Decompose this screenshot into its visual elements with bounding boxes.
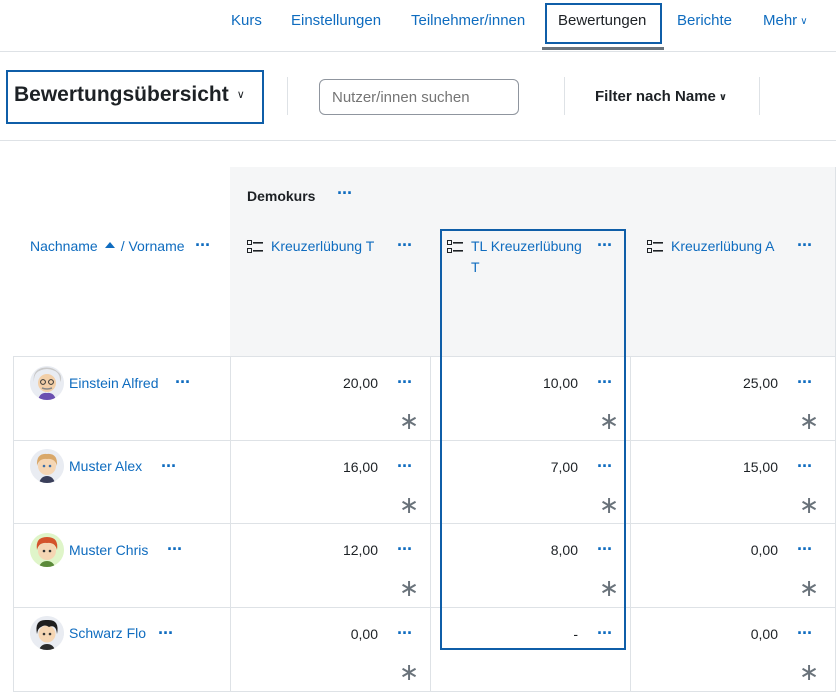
grade-item-header-1[interactable]: Kreuzerlübung T: [271, 236, 391, 257]
secondary-navigation: Kurs Einstellungen Teilnehmer/innen Bewe…: [0, 0, 836, 52]
divider: [759, 77, 760, 115]
ellipsis-icon[interactable]: ···: [797, 624, 813, 642]
user-search-input[interactable]: [319, 79, 519, 115]
nav-item-berichte[interactable]: Berichte: [677, 0, 732, 42]
ellipsis-icon[interactable]: ···: [797, 540, 813, 558]
grade-value[interactable]: 25,00: [698, 375, 778, 391]
lastname-sort-link[interactable]: Nachname: [30, 238, 98, 254]
ellipsis-icon[interactable]: ···: [797, 457, 813, 475]
nav-item-mehr-label: Mehr: [763, 12, 798, 29]
corner-cell: [13, 167, 231, 221]
avatar: [30, 533, 64, 567]
chevron-down-icon: ∨: [718, 92, 727, 103]
ellipsis-icon[interactable]: ···: [167, 540, 183, 558]
asterisk-icon: ∗: [399, 492, 420, 519]
ellipsis-icon[interactable]: ···: [161, 457, 177, 475]
grade-item-header-3[interactable]: Kreuzerlübung A: [671, 236, 791, 257]
filter-label: Filter nach Name: [595, 88, 716, 105]
ellipsis-icon[interactable]: ···: [337, 184, 353, 202]
grade-value[interactable]: 0,00: [298, 626, 378, 642]
grade-value[interactable]: 16,00: [298, 459, 378, 475]
asterisk-icon: ∗: [799, 575, 820, 602]
ellipsis-icon[interactable]: ···: [175, 373, 191, 391]
grade-value[interactable]: 0,00: [698, 542, 778, 558]
nav-item-mehr[interactable]: Mehr ∨: [763, 0, 808, 42]
divider: [564, 77, 565, 115]
ellipsis-icon[interactable]: ···: [797, 373, 813, 391]
ellipsis-icon[interactable]: ···: [397, 624, 413, 642]
course-header-cell: [230, 167, 836, 221]
avatar: [30, 616, 64, 650]
ellipsis-icon[interactable]: ···: [397, 373, 413, 391]
ellipsis-icon[interactable]: ···: [158, 624, 174, 642]
course-name: Demokurs: [247, 188, 316, 204]
assignment-icon: [247, 240, 263, 253]
firstname-sort-link[interactable]: / Vorname: [121, 238, 185, 254]
filter-by-name-button[interactable]: Filter nach Name ∨: [595, 88, 727, 105]
user-name-link[interactable]: Muster Chris: [69, 542, 148, 558]
active-tab-indicator: [542, 47, 664, 50]
ellipsis-icon[interactable]: ···: [397, 540, 413, 558]
highlight-box-title: [6, 70, 264, 124]
nav-item-kurs[interactable]: Kurs: [231, 0, 262, 42]
avatar: [30, 366, 64, 400]
grade-value[interactable]: 20,00: [298, 375, 378, 391]
avatar: [30, 449, 64, 483]
grade-value[interactable]: 12,00: [298, 542, 378, 558]
user-name-link[interactable]: Einstein Alfred: [69, 375, 159, 391]
highlight-box-bewertungen: [545, 3, 662, 44]
assignment-icon: [647, 240, 663, 253]
user-name-link[interactable]: Muster Alex: [69, 458, 142, 474]
asterisk-icon: ∗: [399, 408, 420, 435]
ellipsis-icon[interactable]: ···: [797, 236, 813, 254]
highlight-box-column: [440, 229, 626, 650]
user-name-link[interactable]: Schwarz Flo: [69, 625, 146, 641]
asterisk-icon: ∗: [799, 492, 820, 519]
nav-item-einstellungen[interactable]: Einstellungen: [291, 0, 381, 42]
ellipsis-icon[interactable]: ···: [195, 236, 211, 254]
asterisk-icon: ∗: [799, 659, 820, 686]
asterisk-icon: ∗: [799, 408, 820, 435]
ellipsis-icon[interactable]: ···: [397, 457, 413, 475]
grade-value[interactable]: 15,00: [698, 459, 778, 475]
grade-value[interactable]: 0,00: [698, 626, 778, 642]
tertiary-navigation: Bewertungsübersicht∨ Filter nach Name∨: [0, 53, 836, 141]
sort-by-name-header[interactable]: Nachname / Vorname: [30, 236, 185, 257]
chevron-down-icon: ∨: [800, 16, 808, 27]
asterisk-icon: ∗: [399, 575, 420, 602]
nav-item-teilnehmer[interactable]: Teilnehmer/innen: [411, 0, 525, 42]
ellipsis-icon[interactable]: ···: [397, 236, 413, 254]
divider: [287, 77, 288, 115]
sort-ascending-icon: [104, 242, 115, 248]
asterisk-icon: ∗: [399, 659, 420, 686]
